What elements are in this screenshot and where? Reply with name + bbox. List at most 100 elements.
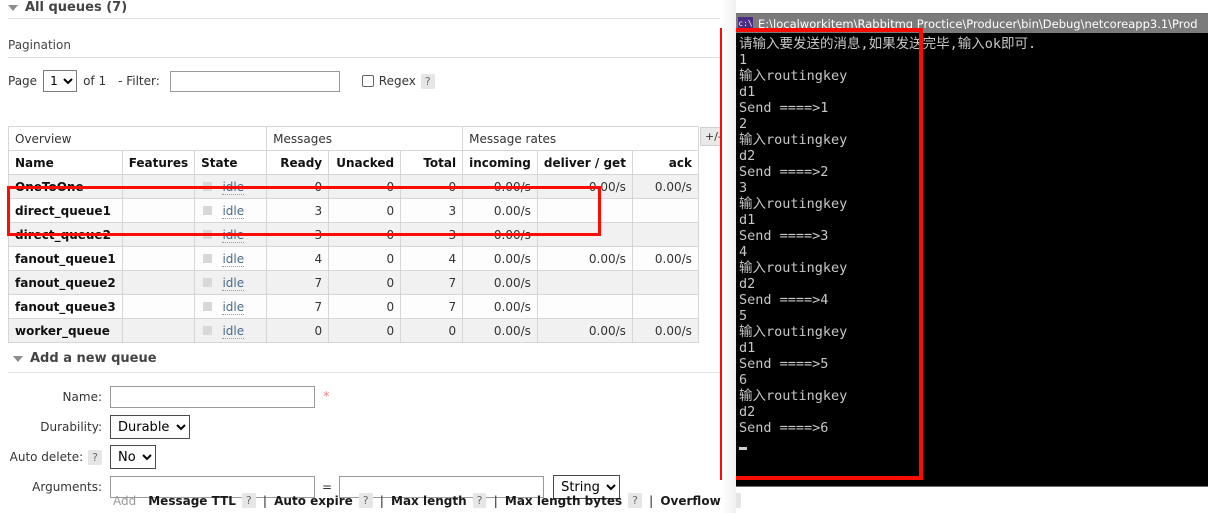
table-group-header-row: Overview Messages Message rates (7, 126, 699, 151)
cell-state: idle (194, 198, 268, 223)
cell-total: 0 (400, 318, 464, 343)
regex-checkbox[interactable] (361, 75, 374, 87)
cell-unacked: 0 (328, 222, 402, 247)
cell-ack (631, 198, 699, 223)
page-select[interactable]: 1 (43, 70, 78, 92)
cell-queue-name[interactable]: fanout_queue1 (8, 246, 123, 271)
cell-deliver-get (536, 270, 633, 295)
cell-deliver-get: 0.00/s (536, 174, 633, 199)
table-row[interactable]: fanout_queue2 idle 7 0 7 0.00/s (8, 270, 699, 295)
cell-ready: 7 (266, 270, 330, 295)
table-row[interactable]: direct_queue2 idle 3 0 3 0.00/s (8, 222, 699, 247)
table-row[interactable]: direct_queue1 idle 3 0 3 0.00/s (8, 198, 699, 223)
cell-features (121, 174, 196, 199)
cell-incoming: 0.00/s (462, 318, 538, 343)
table-row[interactable]: fanout_queue3 idle 7 0 7 0.00/s (8, 294, 699, 319)
auto-delete-label: Auto delete: (9, 450, 84, 464)
queues-table-body: OneToOne idle 0 0 0 0.00/s 0.00/s 0.00/s direct_… (8, 174, 699, 343)
preset-max-length-bytes[interactable]: Max length bytes (505, 494, 622, 508)
cell-queue-name[interactable]: worker_queue (8, 318, 123, 343)
regex-help-icon[interactable]: ? (420, 73, 435, 89)
col-name[interactable]: Name (8, 150, 123, 175)
table-row[interactable]: fanout_queue1 idle 4 0 4 0.00/s 0.00/s 0.00/s (8, 246, 699, 271)
durability-label: Durability: (40, 420, 102, 434)
filter-input[interactable] (169, 70, 340, 92)
cell-features (121, 270, 196, 295)
argument-equals-sign: = (322, 480, 333, 494)
col-ready[interactable]: Ready (266, 150, 330, 175)
console-title-bar[interactable]: c:\ E:\localworkitem\Rabbitmq Proctice\P… (735, 14, 1208, 33)
durability-select[interactable]: Durable (110, 415, 190, 439)
cell-unacked: 0 (328, 246, 402, 271)
col-total[interactable]: Total (400, 150, 464, 175)
cell-unacked: 0 (328, 294, 402, 319)
add-argument-link[interactable]: Add (113, 494, 136, 508)
cell-total: 3 (400, 198, 464, 223)
state-indicator-icon (203, 254, 213, 263)
preset-help-icon[interactable]: ? (241, 493, 256, 508)
auto-delete-label-wrap: Auto delete: ? (0, 449, 110, 465)
cell-features (121, 222, 196, 247)
table-row[interactable]: OneToOne idle 0 0 0 0.00/s 0.00/s 0.00/s (8, 174, 699, 199)
preset-help-icon[interactable]: ? (358, 493, 373, 508)
state-label: idle (222, 299, 245, 315)
preset-help-icon[interactable]: ? (628, 493, 642, 508)
preset-auto-expire[interactable]: Auto expire (274, 494, 353, 508)
cell-incoming: 0.00/s (462, 198, 538, 223)
regex-label: Regex (378, 74, 416, 88)
col-ack[interactable]: ack (631, 150, 699, 175)
all-queues-section-header[interactable]: All queues (7) (8, 0, 127, 15)
cell-total: 0 (400, 174, 464, 199)
cell-queue-name[interactable]: fanout_queue2 (8, 270, 123, 295)
state-label: idle (222, 179, 245, 195)
regex-control: Regex ? (361, 73, 435, 89)
cell-total: 7 (400, 270, 464, 295)
preset-max-length[interactable]: Max length (391, 494, 467, 508)
cell-incoming: 0.00/s (462, 270, 538, 295)
cell-ready: 0 (266, 318, 330, 343)
cell-queue-name[interactable]: direct_queue2 (8, 222, 123, 247)
console-output[interactable]: 请输入要发送的消息,如果发送完毕,输入ok即可. 1 输入routingkey … (735, 33, 1208, 486)
cell-deliver-get (536, 198, 633, 223)
table-row[interactable]: worker_queue idle 0 0 0 0.00/s 0.00/s 0.00/s (8, 318, 699, 343)
auto-delete-select[interactable]: No (110, 445, 156, 469)
state-indicator-icon (203, 206, 213, 215)
add-queue-form: Name: * Durability: Durable Auto delete:… (0, 382, 621, 502)
col-state[interactable]: State (194, 150, 268, 175)
col-unacked[interactable]: Unacked (328, 150, 402, 175)
add-queue-collapse-triangle-icon[interactable] (13, 355, 23, 362)
cell-incoming: 0.00/s (462, 222, 538, 247)
col-incoming[interactable]: incoming (462, 150, 538, 175)
col-features[interactable]: Features (121, 150, 196, 175)
cell-queue-name[interactable]: direct_queue1 (8, 198, 123, 223)
required-indicator: * (323, 389, 330, 405)
cell-incoming: 0.00/s (462, 294, 538, 319)
add-queue-section-header[interactable]: Add a new queue (13, 351, 157, 366)
cell-deliver-get: 0.00/s (536, 246, 633, 271)
cell-unacked: 0 (328, 174, 402, 199)
col-deliver-get[interactable]: deliver / get (536, 150, 633, 175)
table-column-header-row: Name Features State Ready Unacked Total … (8, 150, 699, 175)
queue-name-input[interactable] (110, 386, 315, 408)
name-label: Name: (62, 390, 102, 404)
presets-holder: Message TTL? | Auto expire? | Max length? | Ma… (148, 493, 741, 508)
pagination-label: Pagination (8, 38, 71, 52)
auto-delete-help-icon[interactable]: ? (88, 449, 102, 465)
cell-incoming: 0.00/s (462, 246, 538, 271)
cell-state: idle (194, 270, 268, 295)
cell-state: idle (194, 222, 268, 247)
preset-overflow[interactable]: Overflow (660, 494, 720, 508)
cell-ack (631, 270, 699, 295)
cell-unacked: 0 (328, 198, 402, 223)
state-indicator-icon (203, 278, 213, 287)
preset-message-ttl[interactable]: Message TTL (148, 494, 236, 508)
cell-queue-name[interactable]: fanout_queue3 (8, 294, 123, 319)
cell-features (121, 246, 196, 271)
cell-total: 7 (400, 294, 464, 319)
console-window[interactable]: c:\ E:\localworkitem\Rabbitmq Proctice\P… (735, 14, 1208, 486)
argument-presets-bar: Add Message TTL? | Auto expire? | Max length… (113, 493, 741, 508)
preset-help-icon[interactable]: ? (472, 493, 487, 508)
state-label: idle (222, 323, 245, 339)
collapse-triangle-icon[interactable] (8, 4, 18, 11)
cell-queue-name[interactable]: OneToOne (8, 174, 123, 199)
